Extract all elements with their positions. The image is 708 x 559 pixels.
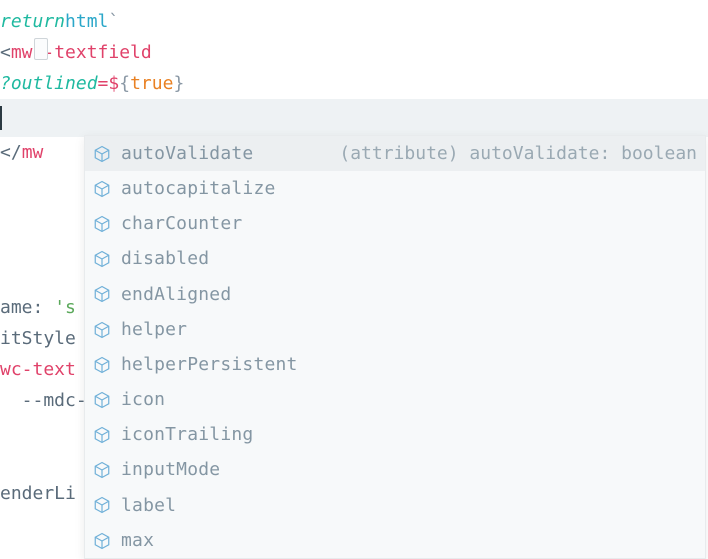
- prop-key: ame:: [0, 293, 43, 323]
- autocomplete-label: autoValidate: [121, 139, 253, 169]
- tagged-template-fn: html: [65, 7, 108, 37]
- selector-fragment: wc-text: [0, 355, 76, 385]
- autocomplete-item[interactable]: inputMode: [85, 453, 705, 488]
- field-cube-icon: [91, 389, 113, 411]
- autocomplete-label: iconTrailing: [121, 420, 253, 450]
- brace-close: }: [173, 69, 184, 99]
- autocomplete-label: helper: [121, 315, 187, 345]
- autocomplete-item[interactable]: autoValidate (attribute) autoValidate: bo…: [85, 136, 705, 171]
- field-cube-icon: [91, 424, 113, 446]
- autocomplete-item[interactable]: label: [85, 488, 705, 523]
- autocomplete-item[interactable]: iconTrailing: [85, 418, 705, 453]
- tag-name-partial: mw: [22, 138, 44, 168]
- code-line[interactable]: <mwc-textfield: [0, 37, 708, 68]
- brace-open: {: [119, 69, 130, 99]
- autocomplete-item[interactable]: charCounter: [85, 206, 705, 241]
- autocomplete-label: charCounter: [121, 209, 242, 239]
- autocomplete-item[interactable]: icon: [85, 382, 705, 417]
- field-cube-icon: [91, 283, 113, 305]
- autocomplete-popup[interactable]: autoValidate (attribute) autoValidate: bo…: [84, 135, 706, 559]
- autocomplete-label: disabled: [121, 244, 209, 274]
- autocomplete-item[interactable]: helperPersistent: [85, 347, 705, 382]
- autocomplete-detail: (attribute) autoValidate: boolean: [315, 139, 697, 169]
- tag-match-box: [34, 38, 48, 60]
- field-cube-icon: [91, 143, 113, 165]
- field-cube-icon: [91, 248, 113, 270]
- autocomplete-label: endAligned: [121, 280, 231, 310]
- autocomplete-label: max: [121, 526, 154, 556]
- tag-close-bracket: </: [0, 138, 22, 168]
- backtick: `: [108, 7, 119, 37]
- field-cube-icon: [91, 494, 113, 516]
- autocomplete-item[interactable]: helper: [85, 312, 705, 347]
- text-cursor: [0, 106, 2, 130]
- code-line-active[interactable]: [0, 99, 708, 137]
- keyword-return: return: [0, 7, 65, 37]
- field-cube-icon: [91, 459, 113, 481]
- tag-open-bracket: <: [0, 38, 11, 68]
- attribute-name: ?outlined: [0, 69, 98, 99]
- autocomplete-label: autocapitalize: [121, 174, 276, 204]
- autocomplete-item[interactable]: max: [85, 523, 705, 558]
- tag-name: mwc-textfield: [11, 38, 152, 68]
- code-fragment: enderLi: [0, 479, 76, 509]
- field-cube-icon: [91, 354, 113, 376]
- field-cube-icon: [91, 213, 113, 235]
- dollar: $: [108, 69, 119, 99]
- autocomplete-item[interactable]: autocapitalize: [85, 171, 705, 206]
- boolean-literal: true: [130, 69, 173, 99]
- autocomplete-item[interactable]: endAligned: [85, 277, 705, 312]
- field-cube-icon: [91, 530, 113, 552]
- code-fragment: itStyle: [0, 324, 76, 354]
- css-var-fragment: --mdc-: [0, 386, 87, 416]
- autocomplete-item[interactable]: disabled: [85, 242, 705, 277]
- autocomplete-label: label: [121, 491, 176, 521]
- code-line[interactable]: return html`: [0, 6, 708, 37]
- field-cube-icon: [91, 178, 113, 200]
- autocomplete-label: icon: [121, 385, 165, 415]
- code-editor[interactable]: return html` <mwc-textfield ?outlined=${…: [0, 0, 708, 509]
- autocomplete-label: helperPersistent: [121, 350, 298, 380]
- autocomplete-label: inputMode: [121, 455, 220, 485]
- string-fragment: 's: [43, 293, 76, 323]
- equals: =: [98, 69, 109, 99]
- code-line[interactable]: ?outlined=${true}: [0, 68, 708, 99]
- field-cube-icon: [91, 319, 113, 341]
